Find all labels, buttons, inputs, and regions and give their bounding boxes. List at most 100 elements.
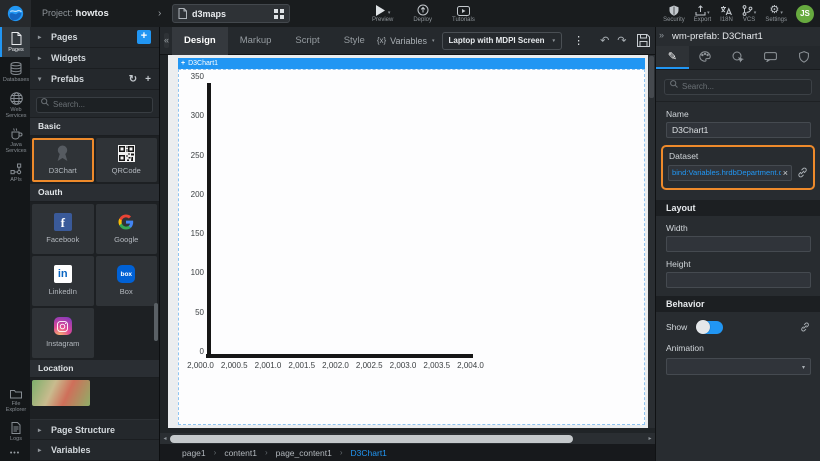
rail-item-apis[interactable]: APIs [0,158,30,187]
facebook-icon: f [54,213,72,231]
prefab-tile-google[interactable]: Google [96,204,158,254]
show-bind-link-icon[interactable] [800,322,810,332]
scroll-left-arrow[interactable]: ◂ [160,435,170,442]
rail-item-java-services[interactable]: Java Services [0,123,30,158]
collapse-right-panel-button[interactable]: » [659,30,664,40]
rail-item-pages[interactable]: Pages [0,27,30,57]
i18n-button[interactable]: I18N [720,5,733,23]
export-button[interactable]: ▾ Export [694,5,711,23]
breadcrumb-page-content1[interactable]: page_content1 [276,448,332,458]
d3chart-widget[interactable]: + D3Chart1 350300 250200 150100 500 2,00… [178,58,645,425]
rail-item-databases[interactable]: Databases [0,57,30,87]
tab-markup[interactable]: Markup [228,27,284,55]
security-button[interactable]: Security [663,5,685,23]
bind-link-icon[interactable] [797,167,808,178]
prefab-tile-map[interactable] [32,380,90,406]
vertical-scroll-thumb[interactable] [649,56,654,98]
undo-button[interactable]: ↶ [596,34,613,47]
save-button[interactable] [631,34,656,47]
instagram-icon [54,317,72,335]
rail-item-file-explorer[interactable]: File Explorer [0,384,30,417]
preview-button[interactable]: ▾ Preview [372,5,393,23]
preview-caret-icon: ▾ [388,10,391,16]
clear-binding-icon[interactable]: × [783,168,788,178]
database-icon [10,62,22,75]
caret-down-icon: ▾ [38,75,45,83]
tab-design[interactable]: Design [172,27,228,55]
settings-button[interactable]: ⚙▾ Settings [765,5,787,23]
tab-script[interactable]: Script [283,27,331,55]
chart-y-axis-line [207,83,211,355]
user-avatar[interactable]: JS [796,5,814,23]
deploy-button[interactable]: Deploy [413,5,432,23]
properties-search-input[interactable] [664,79,812,95]
more-options-button[interactable]: ⋮ [569,34,588,47]
design-canvas[interactable]: + D3Chart1 350300 250200 150100 500 2,00… [168,55,648,428]
pages-grid-icon[interactable] [274,9,284,19]
collapse-left-panel-button[interactable]: « [164,33,169,48]
google-icon [117,213,135,231]
section-prefabs[interactable]: ▾ Prefabs ↻ + [30,69,159,90]
d3chart-medal-icon [55,144,70,162]
section-widgets[interactable]: ▸ Widgets [30,48,159,69]
breadcrumb-content1[interactable]: content1 [224,448,257,458]
height-input[interactable] [666,272,811,288]
left-icon-rail: Pages Databases Web Services Java Servic… [0,27,30,461]
section-page-structure[interactable]: ▸ Page Structure [30,419,159,440]
name-input[interactable] [666,122,811,138]
prefab-tile-facebook[interactable]: f Facebook [32,204,94,254]
breadcrumb-page1[interactable]: page1 [182,448,206,458]
prefab-tile-d3chart[interactable]: D3Chart [32,138,94,182]
chart-plot-area[interactable]: 350300 250200 150100 500 2,000.02,000.5 … [178,69,645,425]
section-pages[interactable]: ▸ Pages + [30,27,159,48]
properties-header: » wm-prefab: D3Chart1 [656,27,820,46]
vcs-caret-icon: ▾ [754,10,757,16]
prefab-tile-box[interactable]: box Box [96,256,158,306]
prefab-tile-linkedin[interactable]: in LinkedIn [32,256,94,306]
prefab-tile-instagram[interactable]: Instagram [32,308,94,358]
canvas-horizontal-scrollbar[interactable]: ◂ ▸ [160,433,655,444]
show-label: Show [666,322,687,332]
device-selector[interactable]: Laptop with MDPI Screen ▾ [442,32,563,50]
search-icon [670,80,678,88]
canvas-vertical-scrollbar[interactable] [648,55,655,428]
show-toggle[interactable] [697,321,723,334]
prefab-tile-qrcode[interactable]: QRCode [96,138,158,182]
vcs-button[interactable]: ▾ VCS [742,5,757,23]
properties-title: wm-prefab: D3Chart1 [672,31,763,42]
tab-styles[interactable] [689,46,722,69]
api-nodes-icon [10,163,22,175]
refresh-prefabs-icon[interactable]: ↻ [129,74,137,85]
rail-more-button[interactable]: ••• [0,446,30,461]
prefab-search-input[interactable] [36,97,153,113]
app-window: Project:howtos › d3maps ▾ Preview Deploy [0,0,820,461]
width-input[interactable] [666,236,811,252]
dataset-value-box[interactable]: bind:Variables.hrdbDepartment.dataSe × [668,165,792,181]
tab-security[interactable] [787,46,820,69]
wavemaker-logo[interactable] [0,0,31,27]
tab-events[interactable] [754,46,787,69]
widget-selection-bar[interactable]: + D3Chart1 [178,58,645,69]
horizontal-scroll-thumb[interactable] [170,435,573,443]
editor-toolbar: « Design Markup Script Style {x} Variabl… [160,27,655,55]
export-caret-icon: ▾ [707,10,710,16]
breadcrumb-separator: › [340,448,343,457]
left-panel-scrollbar[interactable] [154,303,158,341]
rail-item-web-services[interactable]: Web Services [0,87,30,123]
add-page-button[interactable]: + [137,30,151,44]
tutorials-button[interactable]: Tutorials [452,5,475,23]
add-prefab-icon[interactable]: + [145,74,151,85]
variables-button[interactable]: {x} Variables ▾ [377,36,435,46]
page-name: d3maps [192,9,269,19]
tab-properties[interactable]: ✎ [656,46,689,69]
breadcrumb-chevron-icon: › [158,8,161,19]
tab-style[interactable]: Style [332,27,377,55]
breadcrumb-d3chart1[interactable]: D3Chart1 [351,448,387,458]
page-selector[interactable]: d3maps [172,4,290,23]
animation-select[interactable]: ▾ [666,358,811,375]
section-variables[interactable]: ▸ Variables [30,440,159,461]
redo-button[interactable]: ↷ [613,34,630,47]
tab-inspect[interactable] [722,46,755,69]
rail-item-logs[interactable]: Logs [0,417,30,446]
scroll-right-arrow[interactable]: ▸ [645,435,655,442]
